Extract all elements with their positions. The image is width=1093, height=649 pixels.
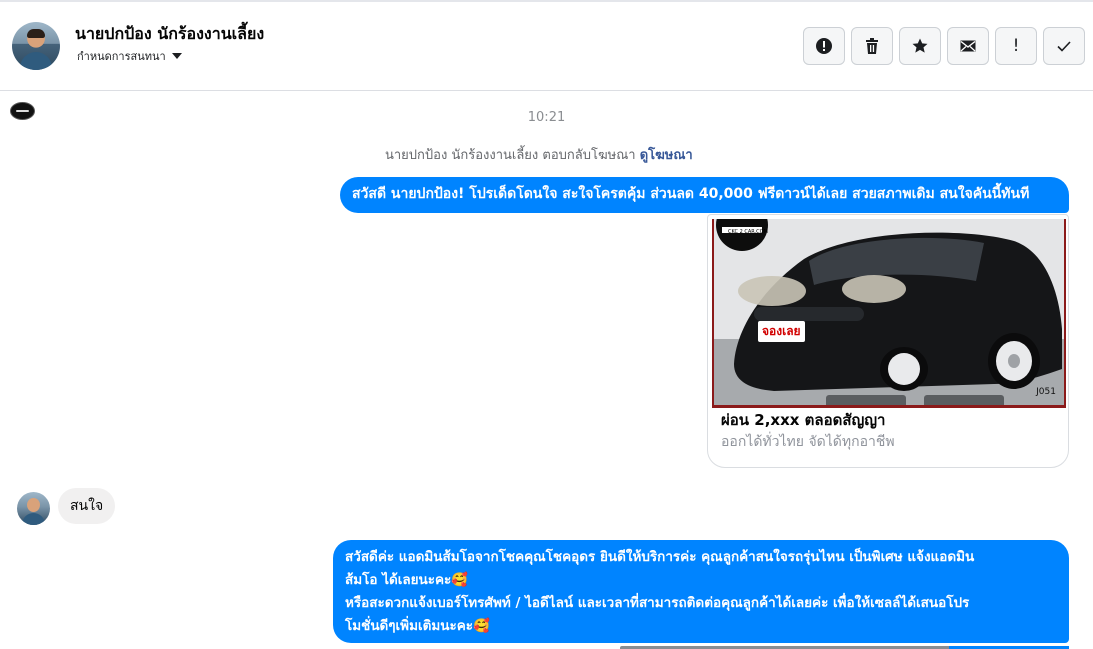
report-icon xyxy=(816,38,832,54)
message-line: โมชั่นดีๆเพิ่มเติมนะคะ🥰 xyxy=(345,618,490,634)
star-icon xyxy=(912,38,928,53)
conversation-options[interactable]: กำหนดการสนทนา xyxy=(77,47,182,65)
incoming-message[interactable]: สนใจ xyxy=(58,488,116,524)
contact-avatar[interactable] xyxy=(12,22,60,70)
header-actions: ! xyxy=(803,27,1085,65)
report-button[interactable] xyxy=(803,27,845,65)
outgoing-message[interactable]: สวัสดี นายปกป้อง! โปรเด็ดโดนใจ สะใจโครตค… xyxy=(340,177,1069,213)
check-icon xyxy=(1057,41,1071,52)
envelope-icon xyxy=(960,40,976,52)
ad-description: ออกได้ทั่วไทย จัดได้ทุกอาชีพ xyxy=(721,434,895,450)
ad-image-logo: CKC 2 CAR.COM xyxy=(728,229,768,235)
car-photo xyxy=(714,219,1064,405)
ad-image: CKC 2 CAR.COM จองเลย J051 xyxy=(712,219,1066,408)
contact-name[interactable]: นายปกป้อง นักร้องงานเลี้ยง xyxy=(75,22,264,47)
mark-unread-button[interactable] xyxy=(947,27,989,65)
outgoing-message[interactable]: สวัสดีค่ะ แอดมินส้มโอจากโชคคุณโชคอุดร ยิ… xyxy=(333,540,1069,643)
exclamation-icon: ! xyxy=(1012,36,1020,56)
spam-button[interactable]: ! xyxy=(995,27,1037,65)
ad-card[interactable]: CKC 2 CAR.COM จองเลย J051 ผ่อน 2,xxx ตลอ… xyxy=(707,214,1069,468)
ad-image-code: J051 xyxy=(1036,387,1056,397)
message-line: ส้มโอ ได้เลยนะคะ🥰 xyxy=(345,572,469,588)
view-ad-link[interactable]: ดูโฆษณา xyxy=(640,148,693,163)
message-line: สวัสดีค่ะ แอดมินส้มโอจากโชคคุณโชคอุดร ยิ… xyxy=(345,549,975,565)
conversation-header: นายปกป้อง นักร้องงานเลี้ยง กำหนดการสนทนา… xyxy=(0,2,1093,91)
caret-down-icon xyxy=(171,53,182,59)
message-line: หรือสะดวกแจ้งเบอร์โทรศัพท์ / ไอดีไลน์ แล… xyxy=(345,595,970,611)
sender-avatar[interactable] xyxy=(17,492,50,525)
delete-button[interactable] xyxy=(851,27,893,65)
messenger-conversation: นายปกป้อง นักร้องงานเลี้ยง กำหนดการสนทนา… xyxy=(0,0,1093,649)
ad-title: ผ่อน 2,xxx ตลอดสัญญา xyxy=(721,411,886,429)
conversation-options-label: กำหนดการสนทนา xyxy=(77,50,166,63)
ad-reply-notice: นายปกป้อง นักร้องงานเลี้ยง ตอบกลับโฆษณา … xyxy=(385,144,693,165)
ad-reply-text: นายปกป้อง นักร้องงานเลี้ยง ตอบกลับโฆษณา xyxy=(385,148,636,163)
ad-image-badge: จองเลย xyxy=(758,321,805,342)
star-button[interactable] xyxy=(899,27,941,65)
mark-done-button[interactable] xyxy=(1043,27,1085,65)
trash-icon xyxy=(866,38,878,54)
message-timestamp: 10:21 xyxy=(527,110,566,125)
